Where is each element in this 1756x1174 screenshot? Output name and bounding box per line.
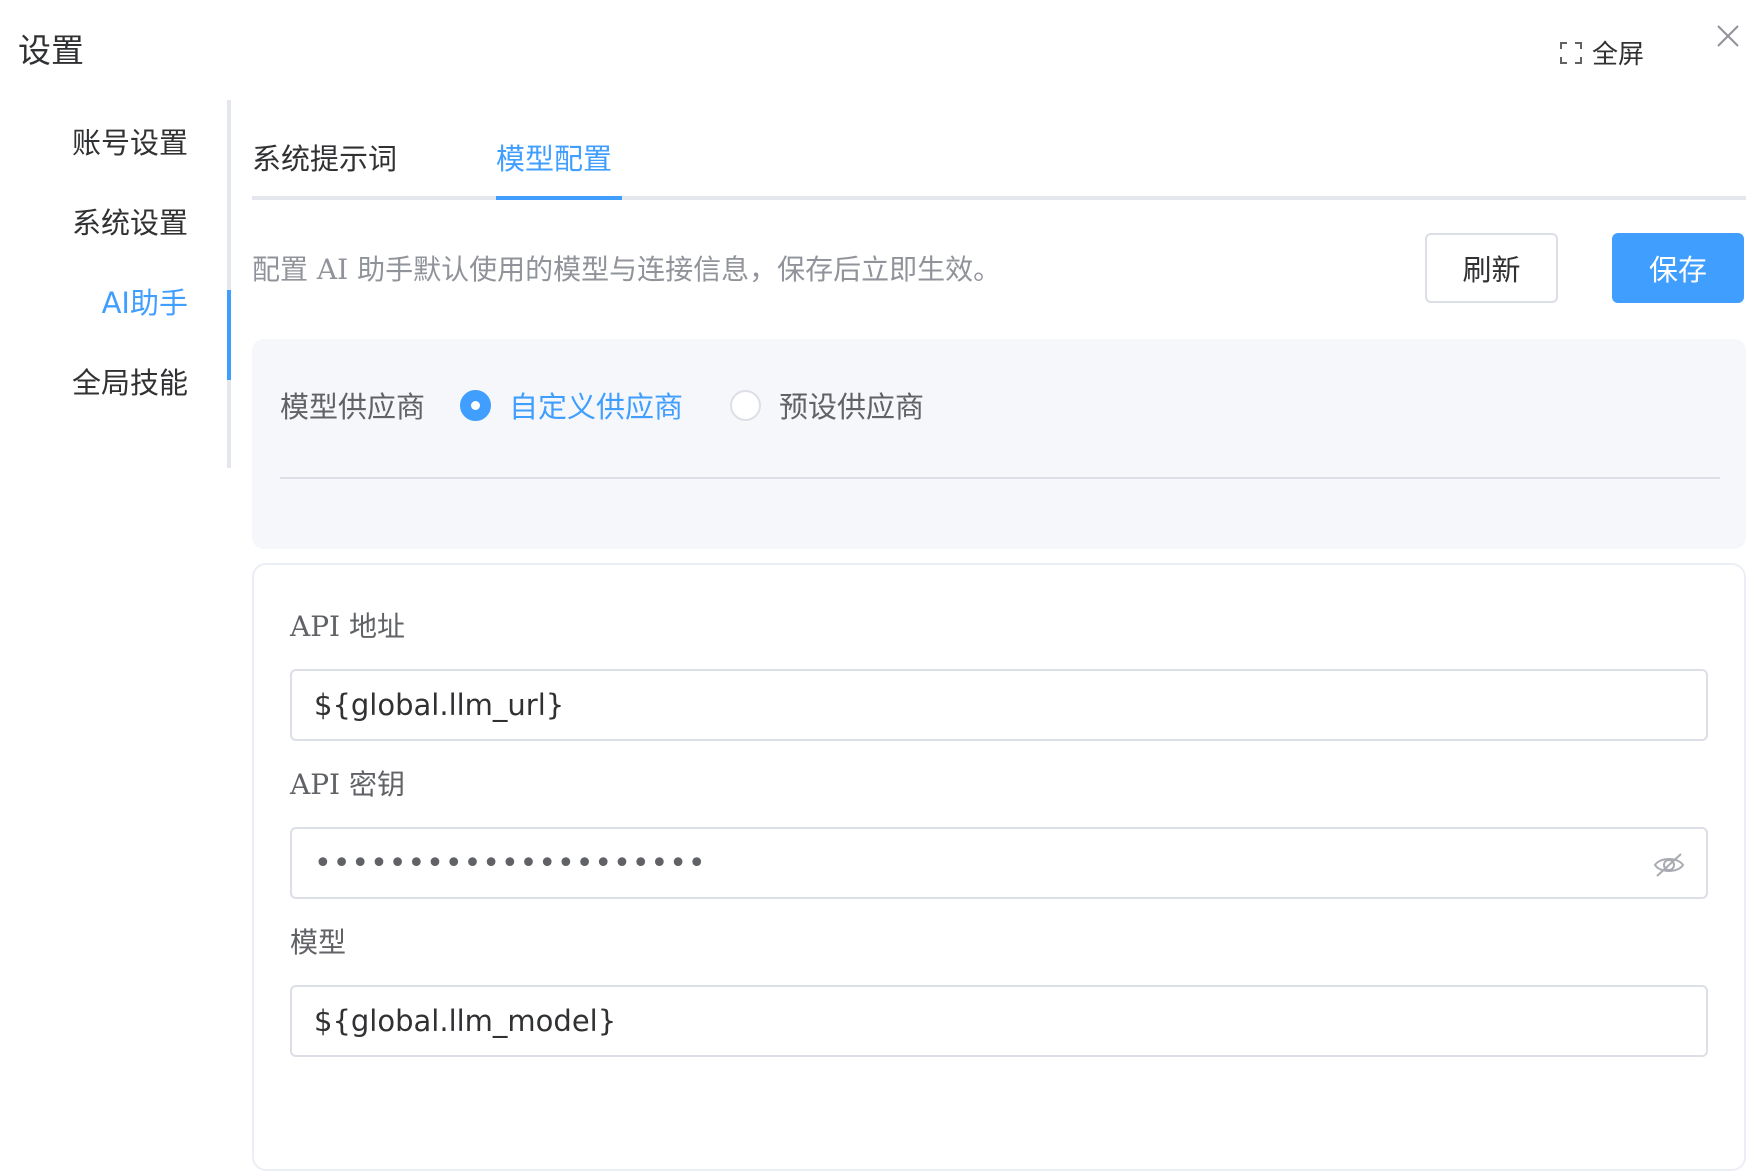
radio-preset-provider[interactable]: 预设供应商 [730, 384, 924, 426]
fullscreen-label: 全屏 [1592, 40, 1645, 70]
refresh-button[interactable]: 刷新 [1425, 233, 1558, 303]
model-input[interactable]: ${global.llm_model} [290, 985, 1708, 1057]
api-url-value: ${global.llm_url} [314, 688, 565, 722]
page-description: 配置 AI 助手默认使用的模型与连接信息，保存后立即生效。 [252, 253, 1002, 286]
tab-system-prompt[interactable]: 系统提示词 [252, 136, 397, 178]
close-button[interactable] [1714, 22, 1742, 50]
sidebar-item-account[interactable]: 账号设置 [72, 120, 188, 162]
sidebar-active-indicator [227, 290, 231, 380]
settings-sidebar: 账号设置 系统设置 AI助手 全局技能 [0, 100, 232, 468]
sidebar-rail [227, 100, 231, 468]
tabs-baseline [252, 196, 1746, 200]
settings-dialog: 设置 全屏 账号设置 系统设置 AI助手 全局技能 系统提示词 模型配置 配置 … [0, 0, 1756, 1174]
fullscreen-button[interactable]: 全屏 [1560, 34, 1644, 71]
radio-custom-provider[interactable]: 自定义供应商 [460, 384, 683, 426]
fullscreen-icon [1560, 41, 1582, 64]
provider-divider [280, 477, 1720, 479]
radio-unchecked-icon [730, 389, 761, 421]
model-config-form: API 地址 ${global.llm_url} API 密钥 ••••••••… [252, 563, 1746, 1171]
save-button[interactable]: 保存 [1612, 233, 1744, 303]
provider-panel: 模型供应商 自定义供应商 预设供应商 [252, 339, 1746, 549]
model-value: ${global.llm_model} [314, 1004, 617, 1038]
api-key-masked-value: ••••••••••••••••••••• [314, 845, 707, 881]
sidebar-item-global-skills[interactable]: 全局技能 [72, 360, 188, 402]
api-key-label: API 密钥 [290, 768, 406, 801]
tab-active-indicator [496, 196, 622, 200]
sidebar-item-system[interactable]: 系统设置 [72, 200, 188, 242]
provider-label: 模型供应商 [280, 390, 426, 424]
api-url-input[interactable]: ${global.llm_url} [290, 669, 1708, 741]
model-label: 模型 [290, 926, 347, 959]
api-url-label: API 地址 [290, 610, 406, 643]
dialog-title: 设置 [18, 31, 84, 70]
radio-checked-icon [460, 389, 491, 421]
api-key-input[interactable]: ••••••••••••••••••••• [290, 827, 1708, 899]
sidebar-item-ai-assistant[interactable]: AI助手 [102, 280, 188, 322]
close-icon [1717, 25, 1739, 47]
toggle-visibility-button[interactable] [1652, 851, 1686, 879]
radio-label: 自定义供应商 [509, 390, 684, 424]
eye-off-icon [1653, 853, 1685, 877]
radio-label: 预设供应商 [779, 390, 925, 424]
settings-tabs: 系统提示词 模型配置 [252, 100, 1746, 202]
tab-model-config[interactable]: 模型配置 [496, 136, 612, 178]
